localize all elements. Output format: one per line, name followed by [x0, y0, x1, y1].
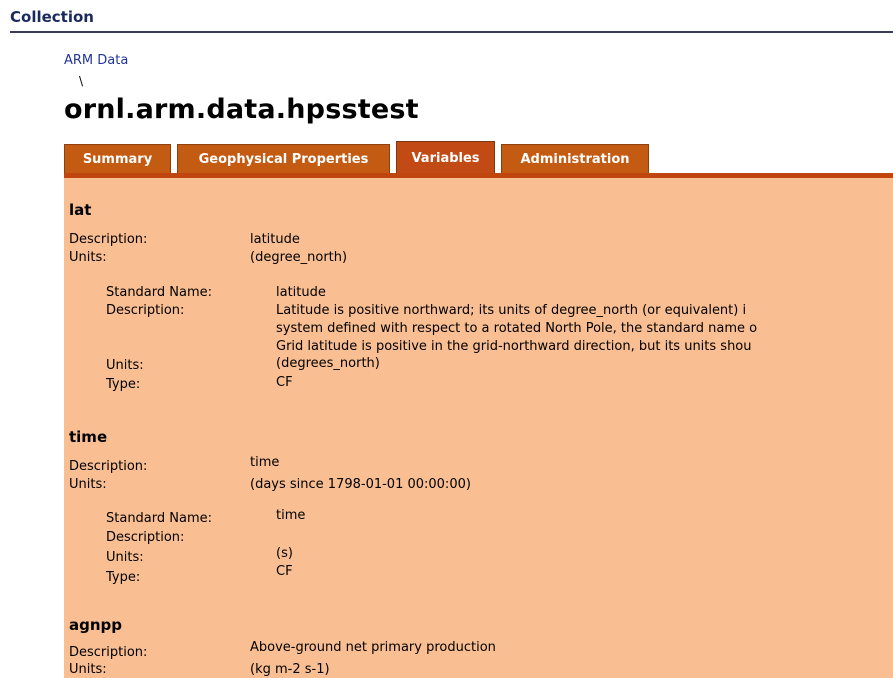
tab-variables[interactable]: Variables [396, 141, 495, 174]
standard-name-label: Standard Name: [106, 285, 213, 300]
standard-description-line: Grid latitude is positive in the grid-no… [276, 339, 752, 354]
variable-description-label: Description: [69, 645, 148, 660]
variable-name-time: time [69, 428, 108, 446]
standard-description-line: Latitude is positive northward; its unit… [276, 303, 747, 318]
header-divider [10, 31, 893, 33]
variable-units-value: (kg m-2 s-1) [250, 662, 330, 677]
standard-type-label: Type: [106, 377, 141, 392]
standard-units-value: (degrees_north) [276, 356, 380, 371]
variable-description-value: time [250, 455, 280, 470]
standard-units-value: (s) [276, 546, 293, 561]
standard-type-value: CF [276, 564, 293, 579]
breadcrumb-separator: \ [79, 74, 84, 88]
standard-type-label: Type: [106, 570, 141, 585]
standard-description-label: Description: [106, 303, 185, 318]
variable-name-lat: lat [69, 201, 92, 219]
variable-name-agnpp: agnpp [69, 616, 123, 634]
tab-summary[interactable]: Summary [64, 144, 171, 174]
standard-description-label: Description: [106, 530, 185, 545]
standard-units-label: Units: [106, 550, 144, 565]
variable-units-label: Units: [69, 250, 107, 265]
standard-name-label: Standard Name: [106, 511, 213, 526]
variables-panel: lat Description: latitude Units: (degree… [64, 178, 893, 678]
standard-description-line: system defined with respect to a rotated… [276, 321, 758, 336]
standard-name-value: time [276, 508, 306, 523]
variable-description-value: latitude [250, 232, 300, 247]
tab-administration[interactable]: Administration [501, 144, 649, 174]
breadcrumb-link-arm-data[interactable]: ARM Data [64, 53, 128, 68]
variable-units-value: (degree_north) [250, 250, 348, 265]
tab-geophysical-properties[interactable]: Geophysical Properties [177, 144, 390, 174]
page-title: ornl.arm.data.hpsstest [64, 94, 419, 125]
standard-type-value: CF [276, 375, 293, 390]
variable-description-value: Above-ground net primary production [250, 640, 496, 655]
variable-description-label: Description: [69, 459, 148, 474]
standard-units-label: Units: [106, 358, 144, 373]
variable-description-label: Description: [69, 232, 148, 247]
variable-units-value: (days since 1798-01-01 00:00:00) [250, 477, 471, 492]
section-header-title: Collection [10, 8, 94, 26]
variable-units-label: Units: [69, 662, 107, 677]
variable-units-label: Units: [69, 477, 107, 492]
standard-name-value: latitude [276, 285, 326, 300]
